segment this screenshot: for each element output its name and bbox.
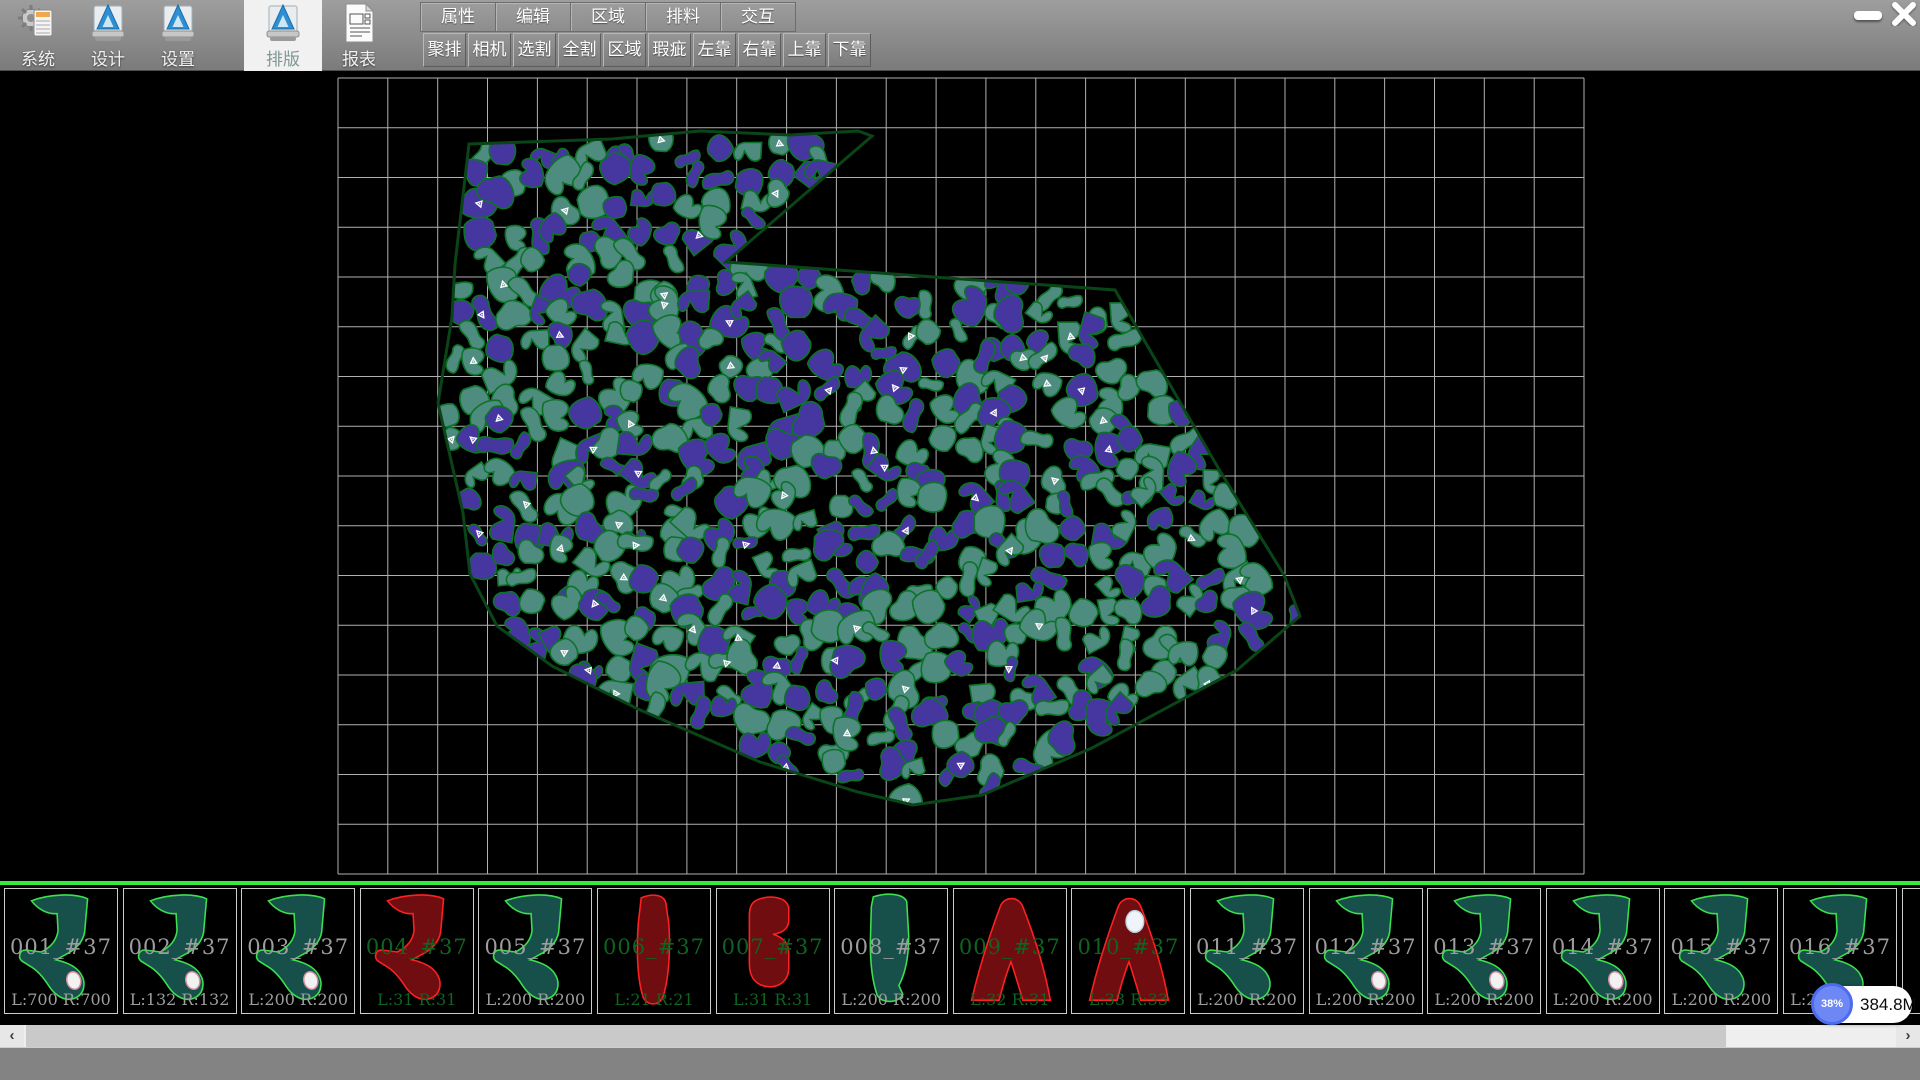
- piece-thumbnail-9[interactable]: 009_#37 L:32 R:31: [953, 888, 1067, 1014]
- set-square-icon: [261, 2, 305, 44]
- tool-button-cut-all[interactable]: 全割: [558, 33, 601, 67]
- piece-lr-label: L:200 R:200: [1547, 990, 1659, 1009]
- close-icon: [1889, 2, 1919, 26]
- piece-lr-label: L:31 R:31: [361, 990, 473, 1009]
- piece-thumbnail-8[interactable]: 008_#37 L:200 R:200: [834, 888, 948, 1014]
- piece-id-label: 012_#37: [1310, 935, 1422, 959]
- main-button-nesting[interactable]: 排版: [244, 0, 322, 71]
- piece-thumbnail-5[interactable]: 005_#37 L:200 R:200: [478, 888, 592, 1014]
- piece-lr-label: L:32 R:31: [954, 990, 1066, 1009]
- thumbnail-cells: 001_#37 L:700 R:700 002_#37 L:132 R:132 003_…: [0, 888, 1920, 1016]
- app-window: 系统设计设置排版报表 属性编辑区域排料交互 聚排相机选割全割区域瑕疵左靠右靠上靠…: [0, 0, 1920, 1080]
- close-button[interactable]: [1889, 2, 1919, 26]
- piece-lr-label: L:200 R:200: [835, 990, 947, 1009]
- piece-thumbnail-strip: 001_#37 L:700 R:700 002_#37 L:132 R:132 003_…: [0, 881, 1920, 1025]
- tool-button-snap-down[interactable]: 下靠: [828, 33, 871, 67]
- main-button-design[interactable]: 设计: [76, 0, 140, 71]
- main-button-system[interactable]: 系统: [6, 0, 70, 71]
- strip-accent-line: [0, 881, 1920, 885]
- piece-id-label: 002_#37: [124, 935, 236, 959]
- horizontal-scrollbar[interactable]: ‹ ›: [0, 1025, 1920, 1047]
- main-button-report[interactable]: 报表: [324, 0, 394, 71]
- tool-button-snap-right[interactable]: 右靠: [738, 33, 781, 67]
- piece-lr-label: L:200 R:200: [1310, 990, 1422, 1009]
- memory-size-label: 384.8M: [1860, 986, 1917, 1023]
- nesting-svg: [0, 71, 1920, 881]
- piece-thumbnail-3[interactable]: 003_#37 L:200 R:200: [241, 888, 355, 1014]
- menu-region[interactable]: 区域: [571, 3, 646, 31]
- tool-button-cluster-nest[interactable]: 聚排: [423, 33, 466, 67]
- report-icon: [337, 2, 381, 44]
- piece-lr-label: L:200 R:200: [1428, 990, 1540, 1009]
- tool-button-defect[interactable]: 瑕疵: [648, 33, 691, 67]
- minimize-button[interactable]: [1850, 6, 1886, 24]
- piece-thumbnail-1[interactable]: 001_#37 L:700 R:700: [4, 888, 118, 1014]
- piece-lr-label: L:31 R:31: [717, 990, 829, 1009]
- piece-id-label: 008_#37: [835, 935, 947, 959]
- piece-id-label: 006_#37: [598, 935, 710, 959]
- tool-button-snap-up[interactable]: 上靠: [783, 33, 826, 67]
- status-bar: [0, 1047, 1920, 1080]
- piece-thumbnail-4[interactable]: 004_#37 L:31 R:31: [360, 888, 474, 1014]
- piece-thumbnail-14[interactable]: 014_#37 L:200 R:200: [1546, 888, 1660, 1014]
- piece-id-label: 0: [1903, 935, 1920, 959]
- piece-lr-label: L:200 R:200: [242, 990, 354, 1009]
- piece-lr-label: L:200 R:200: [1665, 990, 1777, 1009]
- minimize-icon: [1854, 11, 1882, 20]
- set-square-icon: [156, 2, 200, 44]
- piece-id-label: 010_#37: [1072, 935, 1184, 959]
- tool-button-region[interactable]: 区域: [603, 33, 646, 67]
- piece-lr-label: L:200 R:200: [1191, 990, 1303, 1009]
- piece-thumbnail-6[interactable]: 006_#37 L:21 R:21: [597, 888, 711, 1014]
- main-button-label: 报表: [342, 45, 376, 70]
- menu-properties[interactable]: 属性: [421, 3, 496, 31]
- tool-button-snap-left[interactable]: 左靠: [693, 33, 736, 67]
- tool-button-camera[interactable]: 相机: [468, 33, 511, 67]
- piece-thumbnail-12[interactable]: 012_#37 L:200 R:200: [1309, 888, 1423, 1014]
- tool-button-row: 聚排相机选割全割区域瑕疵左靠右靠上靠下靠: [423, 33, 871, 67]
- piece-id-label: 005_#37: [479, 935, 591, 959]
- piece-id-label: 013_#37: [1428, 935, 1540, 959]
- piece-thumbnail-15[interactable]: 015_#37 L:200 R:200: [1664, 888, 1778, 1014]
- scroll-right-button[interactable]: ›: [1896, 1025, 1920, 1047]
- piece-id-label: 007_#37: [717, 935, 829, 959]
- scroll-left-button[interactable]: ‹: [0, 1025, 24, 1047]
- toolbar: 系统设计设置排版报表 属性编辑区域排料交互 聚排相机选割全割区域瑕疵左靠右靠上靠…: [0, 0, 1920, 71]
- menu-edit[interactable]: 编辑: [496, 3, 571, 31]
- nesting-canvas[interactable]: [0, 71, 1920, 881]
- piece-thumbnail-10[interactable]: 010_#37 L:33 R:33: [1071, 888, 1185, 1014]
- menu-bar: 属性编辑区域排料交互: [420, 2, 796, 32]
- piece-id-label: 001_#37: [5, 935, 117, 959]
- progress-circle: 38%: [1811, 983, 1853, 1025]
- main-button-label: 系统: [21, 45, 55, 70]
- piece-id-label: 016_#37: [1784, 935, 1896, 959]
- piece-id-label: 014_#37: [1547, 935, 1659, 959]
- piece-lr-label: L:21 R:21: [598, 990, 710, 1009]
- set-square-icon: [86, 2, 130, 44]
- piece-thumbnail-13[interactable]: 013_#37 L:200 R:200: [1427, 888, 1541, 1014]
- main-button-label: 设计: [91, 45, 125, 70]
- tool-button-cut-selected[interactable]: 选割: [513, 33, 556, 67]
- progress-percent: 38%: [1821, 998, 1843, 1010]
- piece-thumbnail-7[interactable]: 007_#37 L:31 R:31: [716, 888, 830, 1014]
- piece-id-label: 009_#37: [954, 935, 1066, 959]
- gear-doc-icon: [16, 2, 60, 44]
- piece-lr-label: L:700 R:700: [5, 990, 117, 1009]
- piece-lr-label: L:132 R:132: [124, 990, 236, 1009]
- piece-id-label: 015_#37: [1665, 935, 1777, 959]
- progress-badge[interactable]: 38% 384.8M: [1812, 986, 1912, 1023]
- main-button-label: 设置: [161, 45, 195, 70]
- menu-interact[interactable]: 交互: [721, 3, 795, 31]
- piece-thumbnail-11[interactable]: 011_#37 L:200 R:200: [1190, 888, 1304, 1014]
- piece-id-label: 004_#37: [361, 935, 473, 959]
- piece-lr-label: L:200 R:200: [479, 990, 591, 1009]
- main-button-settings[interactable]: 设置: [146, 0, 210, 71]
- piece-thumbnail-2[interactable]: 002_#37 L:132 R:132: [123, 888, 237, 1014]
- menu-nest[interactable]: 排料: [646, 3, 721, 31]
- scrollbar-thumb[interactable]: [26, 1025, 1726, 1047]
- piece-lr-label: L:33 R:33: [1072, 990, 1184, 1009]
- piece-id-label: 011_#37: [1191, 935, 1303, 959]
- main-button-label: 排版: [266, 45, 300, 70]
- piece-id-label: 003_#37: [242, 935, 354, 959]
